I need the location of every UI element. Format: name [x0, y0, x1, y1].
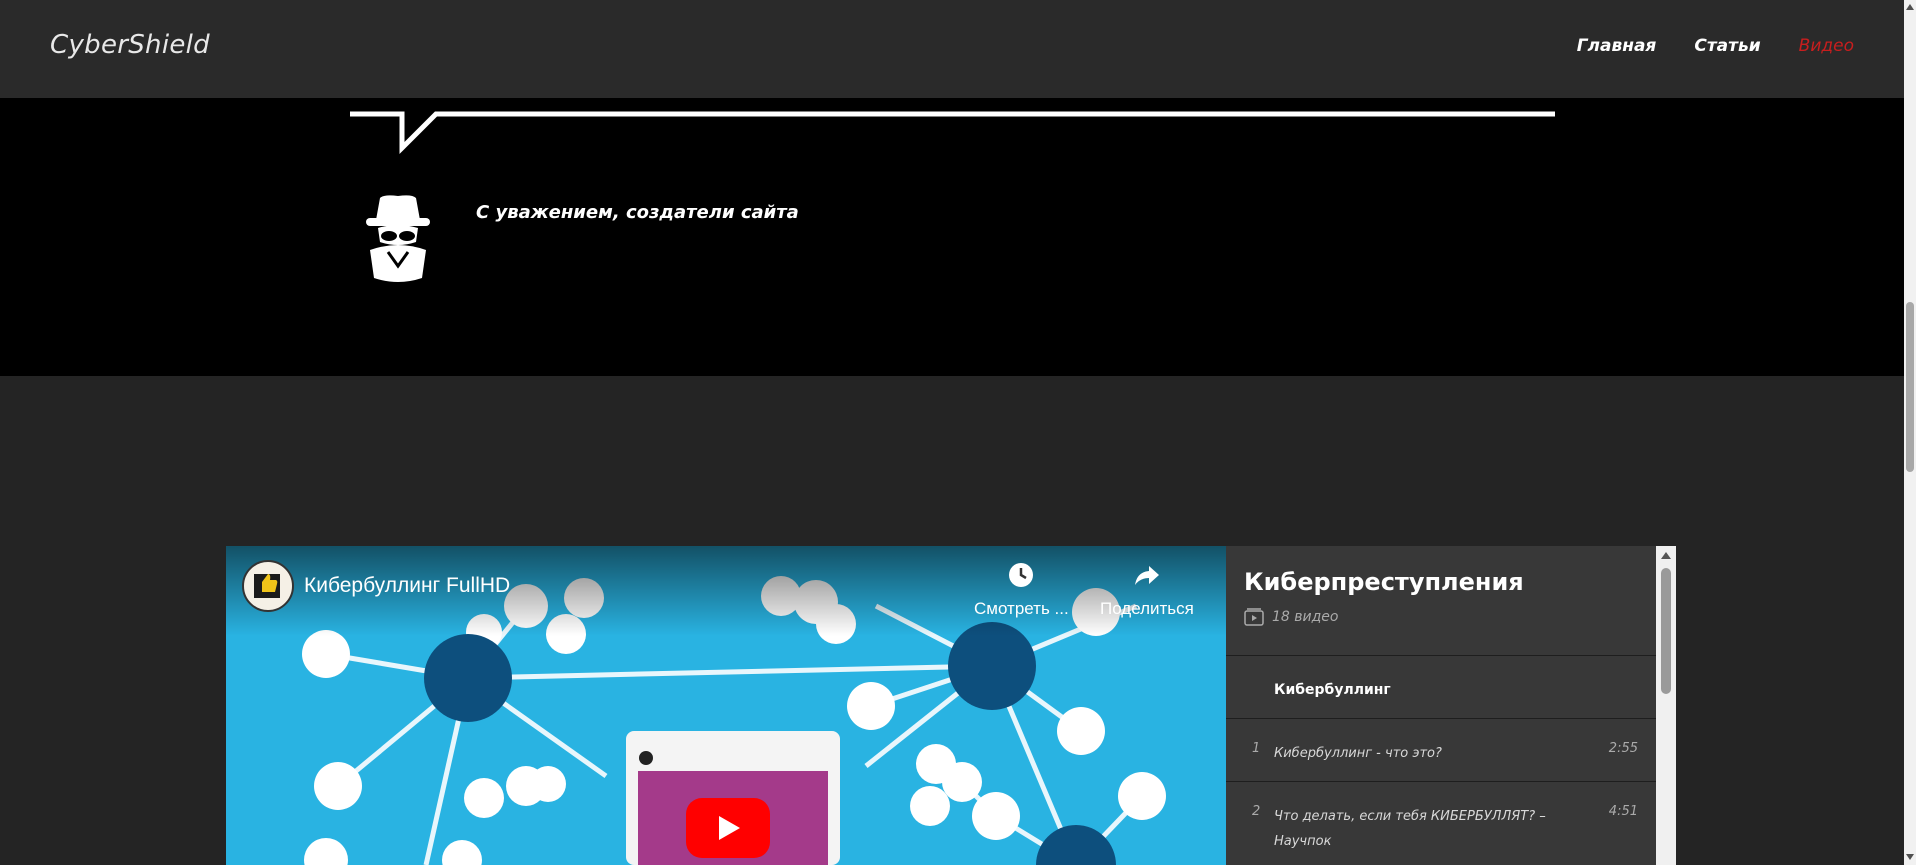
play-button[interactable]: [686, 798, 770, 858]
playlist-item-number: 1: [1252, 741, 1261, 756]
speech-bubble-line: [350, 111, 1555, 155]
signature-text: С уважением, создатели сайта: [476, 202, 799, 223]
playlist-item-duration: 4:51: [1608, 804, 1638, 819]
nav-item-video[interactable]: Видео: [1799, 36, 1854, 56]
channel-avatar[interactable]: [242, 560, 294, 612]
playlist-item-number: 2: [1252, 804, 1261, 819]
playlist-item[interactable]: 1 Кибербуллинг - что это? 2:55: [1226, 719, 1656, 782]
playlist-scroll-thumb[interactable]: [1661, 568, 1671, 694]
now-playing-item[interactable]: Кибербуллинг: [1226, 656, 1656, 719]
playlist-icon: [1244, 608, 1264, 626]
share-icon: [1134, 566, 1159, 585]
scroll-down-arrow-icon[interactable]: [1906, 854, 1914, 860]
watch-later-label: Смотреть ...: [974, 599, 1069, 618]
playlist-panel: Киберпреступления 18 видео Кибербуллинг …: [1226, 546, 1656, 865]
spy-icon: [366, 195, 430, 282]
nav-item-home[interactable]: Главная: [1577, 36, 1657, 56]
playlist-count-text: 18 видео: [1272, 609, 1339, 625]
playlist-item[interactable]: 2 Что делать, если тебя КИБЕРБУЛЛЯТ? – Н…: [1226, 782, 1656, 865]
site-header: CyberShield Главная Статьи Видео: [0, 0, 1904, 98]
scroll-up-arrow-icon[interactable]: [1661, 552, 1671, 559]
video-title[interactable]: Кибербуллинг FullHD: [304, 574, 510, 598]
playlist-header: Киберпреступления 18 видео: [1226, 546, 1656, 656]
video-player[interactable]: Кибербуллинг FullHD Смотреть ... Поделит…: [226, 546, 1226, 865]
watch-later-button[interactable]: Смотреть ...: [974, 562, 1069, 619]
playlist-item-title: Кибербуллинг - что это?: [1274, 746, 1442, 761]
share-label: Поделиться: [1100, 599, 1194, 618]
playlist-count: 18 видео: [1244, 608, 1638, 626]
main-nav: Главная Статьи Видео: [1577, 36, 1854, 56]
share-button[interactable]: Поделиться: [1100, 562, 1194, 619]
scroll-up-arrow-icon[interactable]: [1906, 4, 1914, 10]
thumbs-up-icon: [254, 574, 280, 598]
clock-icon: [1009, 563, 1034, 587]
page-scroll-thumb[interactable]: [1906, 302, 1914, 472]
playlist-title[interactable]: Киберпреступления: [1244, 568, 1638, 596]
playlist-item-title: Что делать, если тебя КИБЕРБУЛЛЯТ? – Нау…: [1274, 809, 1546, 849]
nav-item-articles[interactable]: Статьи: [1694, 36, 1760, 56]
playlist-item-duration: 2:55: [1608, 741, 1638, 756]
page-scrollbar[interactable]: [1904, 0, 1916, 865]
playlist-scrollbar[interactable]: [1656, 546, 1676, 865]
site-logo[interactable]: CyberShield: [50, 30, 210, 60]
